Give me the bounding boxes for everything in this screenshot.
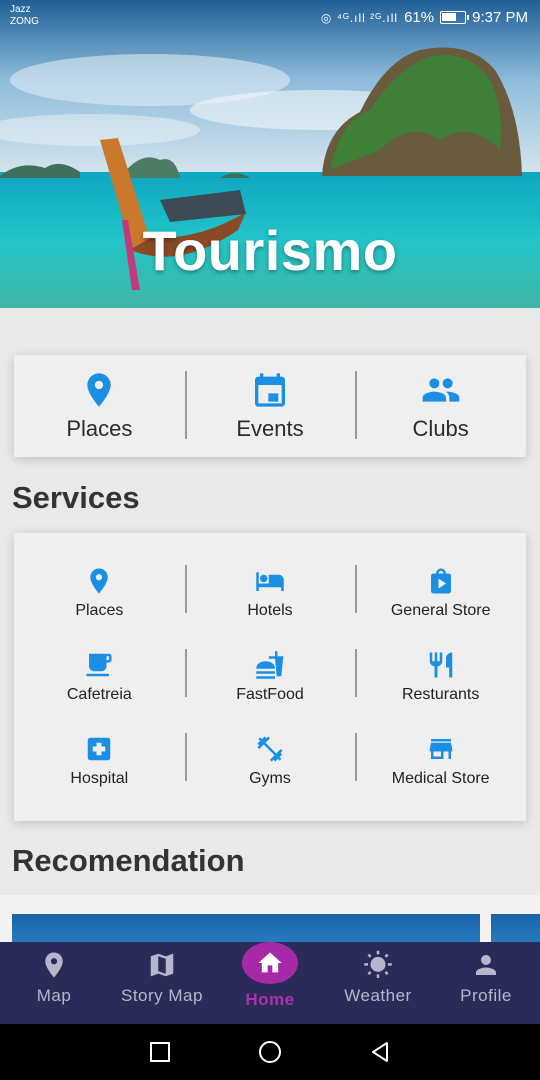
service-label: Hospital bbox=[70, 770, 129, 787]
home-bubble bbox=[242, 942, 298, 984]
carrier-name-1: Jazz bbox=[10, 4, 31, 15]
home-icon bbox=[258, 952, 282, 973]
carrier-name-2: ZONG bbox=[10, 16, 39, 27]
service-fastfood[interactable]: FastFood bbox=[184, 635, 356, 719]
nav-profile[interactable]: Profile bbox=[432, 942, 540, 1024]
bed-icon bbox=[256, 572, 284, 591]
fastfood-icon bbox=[256, 651, 284, 679]
nav-story-map[interactable]: Story Map bbox=[108, 942, 216, 1024]
map-icon bbox=[150, 953, 174, 977]
quick-link-label: Events bbox=[236, 416, 304, 441]
service-hotels[interactable]: Hotels bbox=[184, 551, 356, 635]
service-label: Medical Store bbox=[391, 770, 490, 787]
services-card: Places Hotels General Store Cafetreia Fa… bbox=[14, 533, 526, 821]
battery-icon bbox=[440, 11, 470, 24]
service-label: Gyms bbox=[249, 770, 291, 787]
nav-label: Story Map bbox=[121, 986, 203, 1005]
service-general-store[interactable]: General Store bbox=[355, 551, 526, 635]
service-label: Hotels bbox=[247, 602, 293, 619]
status-bar: Jazz ZONG ◎ ⁴ᴳ.ıll ²ᴳ.ıll 61% 9:37 PM bbox=[0, 0, 540, 34]
nav-home[interactable]: Home bbox=[216, 942, 324, 1024]
map-pin-icon bbox=[87, 373, 111, 407]
home-button-icon[interactable] bbox=[258, 1040, 282, 1064]
quick-link-label: Places bbox=[66, 416, 133, 441]
nav-map[interactable]: Map bbox=[0, 942, 108, 1024]
person-icon bbox=[476, 955, 496, 975]
quick-links-card: Places Events Clubs bbox=[14, 355, 526, 457]
service-places[interactable]: Places bbox=[14, 551, 185, 635]
map-pin-icon bbox=[90, 568, 109, 594]
app-title: Tourismo bbox=[142, 219, 398, 282]
calendar-icon bbox=[255, 373, 285, 407]
dumbbell-icon bbox=[257, 736, 283, 762]
nav-label: Map bbox=[36, 986, 72, 1005]
carrier-info: Jazz ZONG bbox=[10, 4, 39, 28]
service-label: FastFood bbox=[236, 686, 304, 703]
quick-link-events[interactable]: Events bbox=[184, 355, 356, 457]
quick-link-clubs[interactable]: Clubs bbox=[355, 355, 526, 457]
hero-banner: Jazz ZONG ◎ ⁴ᴳ.ıll ²ᴳ.ıll 61% 9:37 PM To… bbox=[0, 0, 540, 308]
service-label: Places bbox=[75, 602, 124, 619]
bottom-navigation: Map Story Map Home Weather Profile bbox=[0, 942, 540, 1024]
quick-link-places[interactable]: Places bbox=[14, 355, 185, 457]
recommendation-heading: Recomendation bbox=[12, 843, 245, 878]
hospital-icon bbox=[88, 737, 111, 761]
battery-percent: 61% bbox=[404, 9, 435, 26]
quick-link-label: Clubs bbox=[412, 416, 469, 441]
nav-label: Weather bbox=[344, 986, 412, 1005]
service-restaurants[interactable]: Resturants bbox=[355, 635, 526, 719]
map-pin-icon bbox=[45, 952, 63, 978]
recent-apps-icon[interactable] bbox=[148, 1040, 172, 1064]
service-gyms[interactable]: Gyms bbox=[184, 719, 356, 803]
service-cafeteria[interactable]: Cafetreia bbox=[14, 635, 185, 719]
store-icon bbox=[429, 739, 452, 759]
coffee-icon bbox=[86, 653, 112, 677]
nav-label: Home bbox=[245, 990, 295, 1009]
back-icon[interactable] bbox=[368, 1040, 392, 1064]
service-hospital[interactable]: Hospital bbox=[14, 719, 185, 803]
service-label: Resturants bbox=[401, 686, 480, 703]
service-label: General Store bbox=[390, 602, 491, 619]
service-medical-store[interactable]: Medical Store bbox=[355, 719, 526, 803]
sun-icon bbox=[364, 950, 392, 978]
restaurant-icon bbox=[429, 652, 452, 678]
nav-weather[interactable]: Weather bbox=[324, 942, 432, 1024]
system-navigation-bar bbox=[0, 1024, 540, 1080]
service-label: Cafetreia bbox=[66, 686, 132, 703]
services-heading: Services bbox=[12, 480, 140, 515]
nav-label: Profile bbox=[460, 986, 512, 1005]
group-icon bbox=[422, 378, 460, 402]
shopping-bag-icon bbox=[430, 568, 451, 594]
clock: 9:37 PM bbox=[472, 9, 528, 26]
signal-icon: ◎ ⁴ᴳ.ıll ²ᴳ.ıll bbox=[320, 10, 399, 25]
